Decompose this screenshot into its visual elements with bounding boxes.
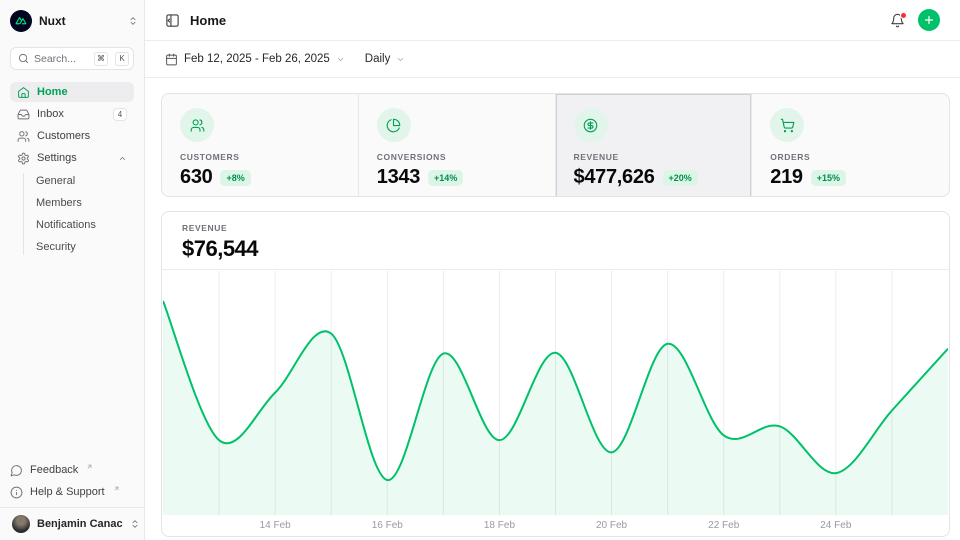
- feedback-label: Feedback: [30, 464, 78, 476]
- kbd-k: K: [115, 52, 129, 66]
- users-icon: [17, 130, 30, 143]
- user-menu[interactable]: Benjamin Canac: [0, 507, 144, 540]
- sub-item-label: Notifications: [36, 219, 96, 231]
- home-icon: [17, 86, 30, 99]
- sidebar-item-general[interactable]: General: [36, 170, 134, 192]
- stat-card-customers[interactable]: CUSTOMERS 630 +8%: [162, 94, 359, 197]
- stat-delta-badge: +15%: [811, 170, 846, 186]
- stat-card-conversions[interactable]: CONVERSIONS 1343 +14%: [359, 94, 556, 197]
- sidebar-nav: Home Inbox 4 Customers Settings: [10, 82, 134, 258]
- sidebar-footer: Feedback Help & Support: [10, 459, 134, 503]
- stat-label: CONVERSIONS: [377, 152, 537, 162]
- period-label: Daily: [365, 53, 391, 65]
- inbox-icon: [17, 108, 30, 121]
- dollar-circle-icon: [574, 108, 608, 142]
- topbar-actions: [890, 9, 940, 31]
- stat-label: REVENUE: [574, 152, 734, 162]
- period-select[interactable]: Daily: [365, 53, 406, 65]
- sidebar-item-settings[interactable]: Settings: [10, 148, 134, 168]
- stat-label: ORDERS: [770, 152, 931, 162]
- sub-item-label: Members: [36, 197, 82, 209]
- sidebar-item-label: Settings: [37, 152, 77, 164]
- sidebar: Nuxt Search... ⌘ K Home: [0, 0, 145, 540]
- help-support-link[interactable]: Help & Support: [10, 481, 134, 503]
- help-support-label: Help & Support: [30, 486, 105, 498]
- page-title: Home: [190, 13, 226, 28]
- sub-item-label: Security: [36, 241, 76, 253]
- chevron-down-icon: [336, 55, 345, 64]
- add-button[interactable]: [918, 9, 940, 31]
- chart-canvas: [163, 271, 948, 515]
- x-tick-label: 16 Feb: [372, 520, 403, 531]
- date-range-label: Feb 12, 2025 - Feb 26, 2025: [184, 53, 330, 65]
- nuxt-logo-icon: [10, 10, 32, 32]
- stat-delta-badge: +8%: [220, 170, 250, 186]
- shopping-cart-icon: [770, 108, 804, 142]
- avatar: [12, 515, 30, 533]
- sidebar-item-members[interactable]: Members: [36, 192, 134, 214]
- workspace-name: Nuxt: [39, 14, 66, 28]
- revenue-chart-panel: REVENUE $76,544 14 Feb 16 Feb 18 Feb 20 …: [161, 211, 950, 537]
- notification-dot: [900, 12, 907, 19]
- x-tick-label: 24 Feb: [820, 520, 851, 531]
- sidebar-item-label: Home: [37, 86, 68, 98]
- stat-delta-badge: +20%: [663, 170, 698, 186]
- inbox-count-badge: 4: [113, 108, 127, 121]
- revenue-area-chart[interactable]: [163, 271, 948, 515]
- chart-title: REVENUE: [182, 223, 929, 233]
- x-axis-labels: 14 Feb 16 Feb 18 Feb 20 Feb 22 Feb 24 Fe…: [163, 520, 948, 536]
- notifications-button[interactable]: [890, 13, 905, 28]
- sidebar-item-home[interactable]: Home: [10, 82, 134, 102]
- stat-delta-badge: +14%: [428, 170, 463, 186]
- sidebar-item-label: Customers: [37, 130, 90, 142]
- stat-value: $477,626: [574, 166, 655, 189]
- sidebar-item-label: Inbox: [37, 108, 64, 120]
- chart-header: REVENUE $76,544: [162, 212, 949, 270]
- search-placeholder: Search...: [34, 53, 89, 65]
- kbd-cmd: ⌘: [94, 52, 108, 66]
- feedback-link[interactable]: Feedback: [10, 459, 134, 481]
- x-tick-label: 14 Feb: [260, 520, 291, 531]
- chevron-down-icon: [396, 55, 405, 64]
- x-tick-label: 20 Feb: [596, 520, 627, 531]
- sidebar-item-notifications[interactable]: Notifications: [36, 214, 134, 236]
- x-tick-label: 18 Feb: [484, 520, 515, 531]
- stat-card-orders[interactable]: ORDERS 219 +15%: [752, 94, 949, 197]
- stats-row: CUSTOMERS 630 +8% CONVERSIONS 1343 +14% …: [161, 93, 950, 197]
- unfold-chevron-icon: [130, 519, 140, 529]
- stat-value: 630: [180, 166, 212, 189]
- sub-item-label: General: [36, 175, 75, 187]
- pie-chart-icon: [377, 108, 411, 142]
- user-name: Benjamin Canac: [37, 518, 123, 530]
- external-link-icon: [86, 463, 93, 470]
- search-icon: [18, 53, 29, 64]
- dashboard-app: Nuxt Search... ⌘ K Home: [0, 0, 960, 540]
- message-bubble-icon: [10, 464, 23, 477]
- search-input[interactable]: Search... ⌘ K: [10, 47, 134, 70]
- sidebar-item-security[interactable]: Security: [36, 236, 134, 258]
- x-tick-label: 22 Feb: [708, 520, 739, 531]
- filter-toolbar: Feb 12, 2025 - Feb 26, 2025 Daily: [145, 41, 960, 78]
- calendar-icon: [165, 53, 178, 66]
- stat-card-revenue[interactable]: REVENUE $477,626 +20%: [556, 94, 753, 197]
- settings-submenu: General Members Notifications Security: [10, 170, 134, 258]
- unfold-chevron-icon: [128, 16, 138, 26]
- chart-headline-value: $76,544: [182, 236, 929, 262]
- stat-value: 1343: [377, 166, 420, 189]
- stat-value: 219: [770, 166, 802, 189]
- stat-label: CUSTOMERS: [180, 152, 340, 162]
- sidebar-item-customers[interactable]: Customers: [10, 126, 134, 146]
- sidebar-item-inbox[interactable]: Inbox 4: [10, 104, 134, 124]
- workspace-switcher[interactable]: Nuxt: [10, 8, 138, 34]
- external-link-icon: [113, 485, 120, 492]
- users-icon: [180, 108, 214, 142]
- panel-collapse-icon[interactable]: [165, 13, 180, 28]
- date-range-picker[interactable]: Feb 12, 2025 - Feb 26, 2025: [165, 53, 345, 66]
- info-circle-icon: [10, 486, 23, 499]
- submenu-guide-line: [23, 173, 24, 255]
- gear-icon: [17, 152, 30, 165]
- chevron-up-icon: [118, 154, 127, 163]
- topbar: Home: [145, 0, 960, 41]
